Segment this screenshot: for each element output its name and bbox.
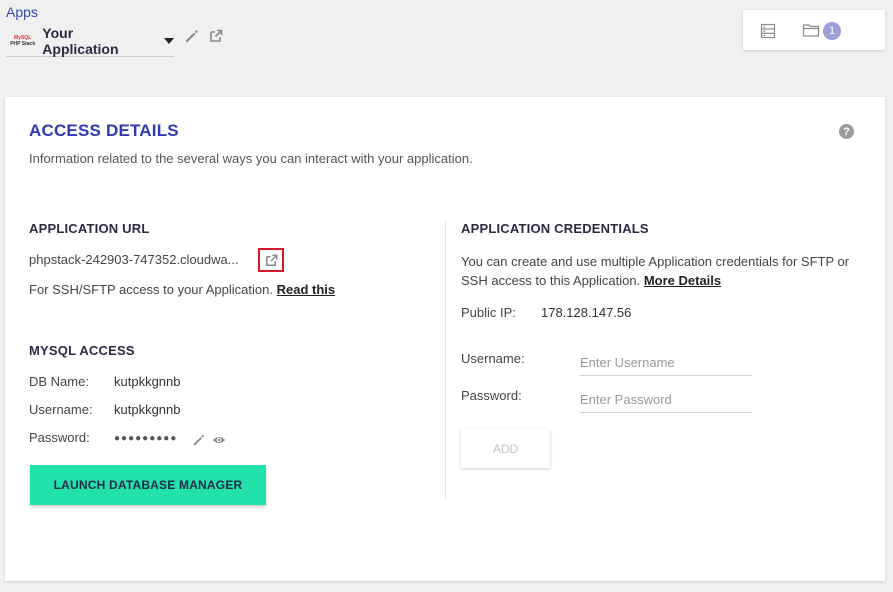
folder-icon[interactable] — [802, 22, 820, 38]
cred-password-label: Password: — [461, 388, 522, 403]
top-widget: 1 — [743, 10, 885, 50]
public-ip-label: Public IP: — [461, 305, 516, 320]
show-password-eye-icon[interactable] — [212, 433, 226, 447]
db-username-value: kutpkkgnnb — [114, 402, 181, 417]
public-ip-value: 178.128.147.56 — [541, 305, 632, 320]
app-logo-line2: PHP Stack — [10, 41, 36, 47]
more-details-link[interactable]: More Details — [644, 273, 721, 288]
mysql-access-title: MYSQL ACCESS — [29, 343, 135, 358]
external-link-icon[interactable] — [208, 28, 224, 44]
app-name: Your Application — [42, 25, 119, 57]
server-count-badge: 1 — [823, 22, 841, 40]
read-this-link[interactable]: Read this — [277, 282, 336, 297]
ssh-info-text: For SSH/SFTP access to your Application. — [29, 282, 273, 297]
application-credentials-title: APPLICATION CREDENTIALS — [461, 221, 649, 236]
external-link-icon — [264, 253, 279, 268]
cred-username-input[interactable] — [580, 351, 752, 376]
app-selector[interactable]: MySQL PHP Stack Your Application — [6, 25, 174, 57]
open-url-button[interactable] — [258, 248, 284, 272]
db-name-label: DB Name: — [29, 374, 89, 389]
cred-username-label: Username: — [461, 351, 525, 366]
db-name-value: kutpkkgnnb — [114, 374, 181, 389]
help-icon[interactable]: ? — [839, 124, 854, 139]
access-details-card: ACCESS DETAILS Information related to th… — [5, 97, 885, 581]
column-divider — [445, 221, 446, 499]
pencil-icon[interactable] — [184, 28, 200, 44]
page-title: ACCESS DETAILS — [29, 121, 179, 140]
cred-password-input[interactable] — [580, 388, 752, 413]
apps-link[interactable]: Apps — [6, 4, 38, 20]
ssh-info: For SSH/SFTP access to your Application.… — [29, 282, 335, 297]
application-url-title: APPLICATION URL — [29, 221, 150, 236]
server-list-icon[interactable] — [760, 23, 776, 39]
add-credential-button[interactable]: ADD — [461, 429, 550, 468]
db-username-label: Username: — [29, 402, 93, 417]
edit-password-icon[interactable] — [192, 433, 206, 447]
db-password-masked: ●●●●●●●●● — [114, 433, 178, 444]
caret-down-icon[interactable] — [164, 38, 174, 44]
db-password-label: Password: — [29, 430, 90, 445]
app-logo: MySQL PHP Stack — [9, 32, 36, 50]
launch-database-manager-button[interactable]: LAUNCH DATABASE MANAGER — [30, 465, 266, 505]
application-url: phpstack-242903-747352.cloudwa... — [29, 252, 239, 267]
credentials-description: You can create and use multiple Applicat… — [461, 252, 866, 290]
page-description: Information related to the several ways … — [29, 151, 473, 166]
